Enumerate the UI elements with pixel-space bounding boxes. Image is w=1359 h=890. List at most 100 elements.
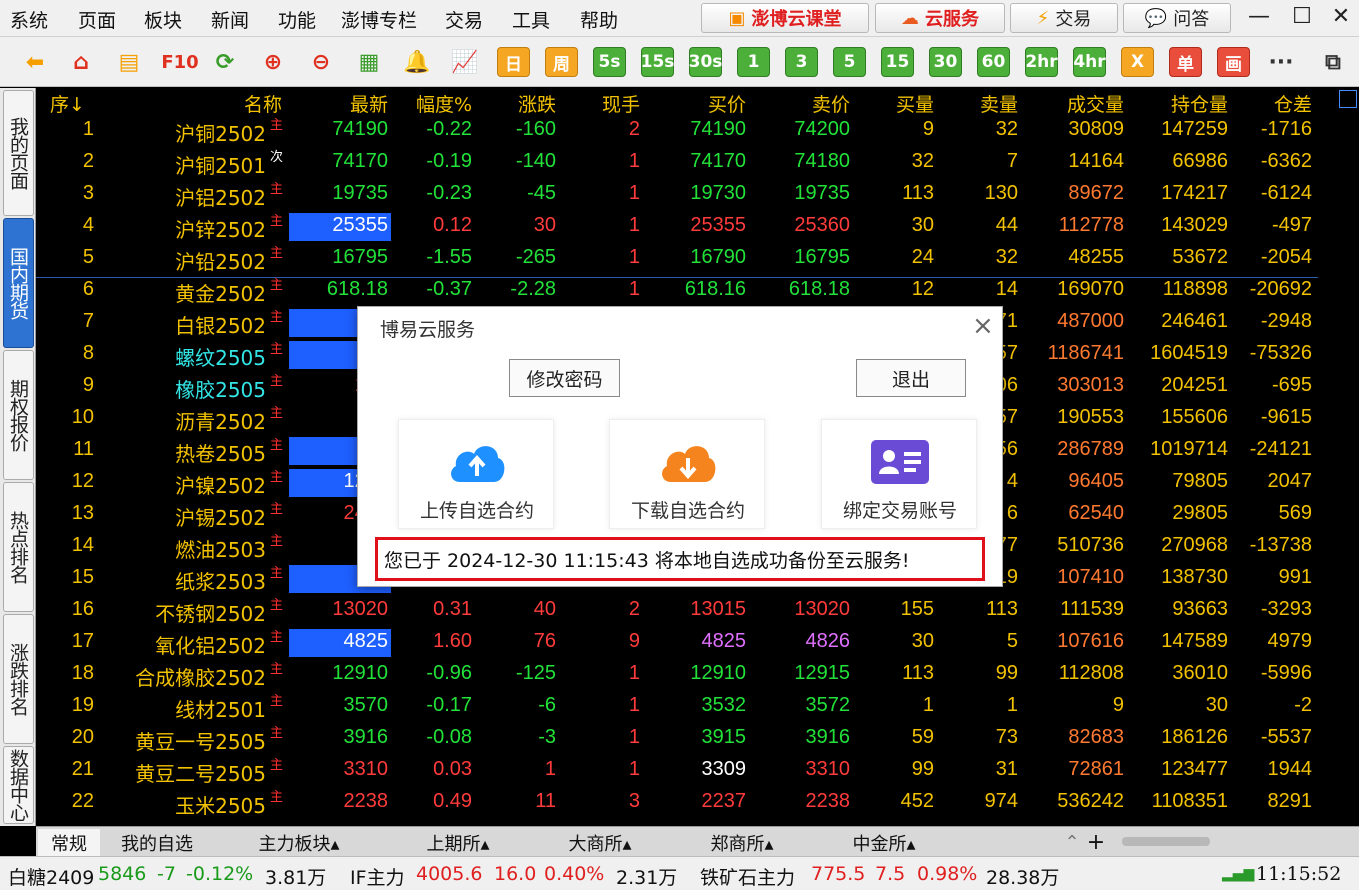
period-5m[interactable]: 5 bbox=[833, 47, 866, 77]
tab-my-watchlist[interactable]: 我的自选 bbox=[102, 829, 212, 856]
more-icon[interactable]: ··· bbox=[1266, 47, 1296, 77]
notebook-icon[interactable]: ▤ bbox=[114, 47, 144, 77]
ticker-2-name[interactable]: IF主力 bbox=[350, 863, 405, 890]
period-2hr[interactable]: 2hr bbox=[1025, 47, 1058, 77]
header-oi-change[interactable]: 仓差 bbox=[1274, 90, 1312, 117]
period-1m[interactable]: 1 bbox=[737, 47, 770, 77]
header-change[interactable]: 涨跌 bbox=[518, 90, 556, 117]
sidebar-item-change-rank[interactable]: 涨跌排名 bbox=[3, 614, 34, 744]
right-scroll-area[interactable] bbox=[1337, 88, 1359, 826]
menu-page[interactable]: 页面 bbox=[78, 6, 116, 33]
cloud-service-button[interactable]: ☁ 云服务 bbox=[875, 3, 1005, 33]
f10-button[interactable]: F10 bbox=[160, 47, 200, 77]
minimize-icon[interactable]: — bbox=[1244, 4, 1274, 29]
menu-column[interactable]: 澎博专栏 bbox=[341, 6, 417, 33]
header-volume[interactable]: 成交量 bbox=[1067, 90, 1124, 117]
menu-trade[interactable]: 交易 bbox=[445, 6, 483, 33]
order-button[interactable]: 单 bbox=[1169, 47, 1202, 77]
pin-window-icon[interactable]: ⧉ bbox=[1318, 47, 1348, 77]
ticker-3-name[interactable]: 铁矿石主力 bbox=[700, 863, 795, 890]
row-volume: 169070 bbox=[1057, 278, 1124, 300]
row-pct: -0.17 bbox=[426, 694, 472, 716]
bind-account-card[interactable]: 绑定交易账号 bbox=[821, 419, 977, 529]
menu-function[interactable]: 功能 bbox=[278, 6, 316, 33]
header-seq[interactable]: 序↓ bbox=[50, 90, 85, 117]
tab-dce[interactable]: 大商所▴ bbox=[530, 829, 670, 856]
tab-normal[interactable]: 常规 bbox=[38, 829, 100, 856]
close-icon[interactable]: ✕ bbox=[1326, 4, 1356, 29]
trade-button[interactable]: ⚡ 交易 bbox=[1010, 3, 1118, 33]
chat-bubble-icon: 💬 bbox=[1144, 7, 1168, 29]
row-current-vol: 3 bbox=[628, 790, 640, 812]
ticker-3-volume: 28.38万 bbox=[986, 867, 1060, 889]
row-seq: 13 bbox=[71, 502, 94, 524]
horizontal-scrollbar[interactable] bbox=[1122, 837, 1210, 846]
zoom-in-icon[interactable]: ⊕ bbox=[258, 47, 288, 77]
header-last[interactable]: 最新 bbox=[350, 90, 388, 117]
menu-system[interactable]: 系统 bbox=[10, 6, 48, 33]
qa-button[interactable]: 💬 问答 bbox=[1123, 3, 1231, 33]
row-ask: 4826 bbox=[805, 630, 851, 652]
sidebar-item-domestic-futures[interactable]: 国内期货 bbox=[3, 218, 34, 348]
header-current-vol[interactable]: 现手 bbox=[602, 90, 640, 117]
row-current-vol: 2 bbox=[628, 598, 640, 620]
refresh-icon[interactable]: ⟳ bbox=[210, 47, 240, 77]
sidebar-item-options[interactable]: 期权报价 bbox=[3, 350, 34, 480]
column-settings-icon[interactable] bbox=[1339, 90, 1357, 108]
header-ask[interactable]: 卖价 bbox=[812, 90, 850, 117]
row-ask: 2238 bbox=[805, 790, 851, 812]
row-ask: 618.18 bbox=[788, 278, 850, 300]
cloud-service-dialog: 博易云服务 × 修改密码 退出 上传自选合约 下载自选合约 绑定交易账号 您已于… bbox=[357, 306, 1003, 587]
sidebar-item-hot-rank[interactable]: 热点排名 bbox=[3, 482, 34, 612]
tab-main-sector[interactable]: 主力板块▴ bbox=[214, 829, 384, 856]
draw-button[interactable]: 画 bbox=[1217, 47, 1250, 77]
menu-help[interactable]: 帮助 bbox=[580, 6, 618, 33]
header-bid-qty[interactable]: 买量 bbox=[896, 90, 934, 117]
alarm-bell-icon[interactable]: 🔔 bbox=[402, 47, 432, 77]
row-bid-qty: 452 bbox=[900, 790, 934, 812]
period-custom[interactable]: X bbox=[1121, 47, 1154, 77]
maximize-icon[interactable]: ☐ bbox=[1287, 4, 1317, 29]
ticker-1-name[interactable]: 白糖2409 bbox=[8, 863, 94, 890]
period-5s[interactable]: 5s bbox=[593, 47, 626, 77]
sidebar-item-my-page[interactable]: 我的页面 bbox=[3, 90, 34, 216]
row-seq: 4 bbox=[82, 214, 94, 236]
period-30m[interactable]: 30 bbox=[929, 47, 962, 77]
row-current-vol: 1 bbox=[628, 694, 640, 716]
tab-shfe[interactable]: 上期所▴ bbox=[388, 829, 528, 856]
header-ask-qty[interactable]: 卖量 bbox=[980, 90, 1018, 117]
row-seq: 20 bbox=[71, 726, 94, 748]
header-pct[interactable]: 幅度% bbox=[416, 90, 472, 117]
download-watchlist-card[interactable]: 下载自选合约 bbox=[609, 419, 765, 529]
tab-cffex[interactable]: 中金所▴ bbox=[814, 829, 954, 856]
period-15s[interactable]: 15s bbox=[641, 47, 674, 77]
header-name[interactable]: 名称 bbox=[244, 90, 282, 117]
row-volume: 107616 bbox=[1057, 630, 1124, 652]
period-60m[interactable]: 60 bbox=[977, 47, 1010, 77]
menu-sector[interactable]: 板块 bbox=[144, 6, 182, 33]
trend-chart-icon[interactable]: 📈 bbox=[450, 47, 480, 77]
change-password-button[interactable]: 修改密码 bbox=[509, 359, 620, 397]
windows-icon[interactable]: ▦ bbox=[354, 47, 384, 77]
tab-czce[interactable]: 郑商所▴ bbox=[672, 829, 812, 856]
period-4hr[interactable]: 4hr bbox=[1073, 47, 1106, 77]
period-day[interactable]: 日 bbox=[497, 47, 530, 77]
period-week[interactable]: 周 bbox=[545, 47, 578, 77]
sidebar-item-data-center[interactable]: 数据中心 bbox=[3, 746, 34, 824]
menu-news[interactable]: 新闻 bbox=[211, 6, 249, 33]
back-arrow-icon[interactable]: ⬅ bbox=[20, 47, 50, 77]
classroom-button[interactable]: ▣ 澎博云课堂 bbox=[701, 3, 869, 33]
upload-watchlist-card[interactable]: 上传自选合约 bbox=[398, 419, 554, 529]
header-bid[interactable]: 买价 bbox=[708, 90, 746, 117]
logout-button[interactable]: 退出 bbox=[856, 359, 966, 397]
add-tab-icon[interactable]: + bbox=[1084, 829, 1108, 856]
zoom-out-icon[interactable]: ⊖ bbox=[306, 47, 336, 77]
header-open-interest[interactable]: 持仓量 bbox=[1171, 90, 1228, 117]
period-3m[interactable]: 3 bbox=[785, 47, 818, 77]
dialog-close-icon[interactable]: × bbox=[972, 311, 994, 341]
period-30s[interactable]: 30s bbox=[689, 47, 722, 77]
home-icon[interactable]: ⌂ bbox=[66, 47, 96, 77]
period-15m[interactable]: 15 bbox=[881, 47, 914, 77]
menu-tools[interactable]: 工具 bbox=[512, 6, 550, 33]
collapse-up-icon[interactable]: ⌃ bbox=[1060, 829, 1084, 856]
